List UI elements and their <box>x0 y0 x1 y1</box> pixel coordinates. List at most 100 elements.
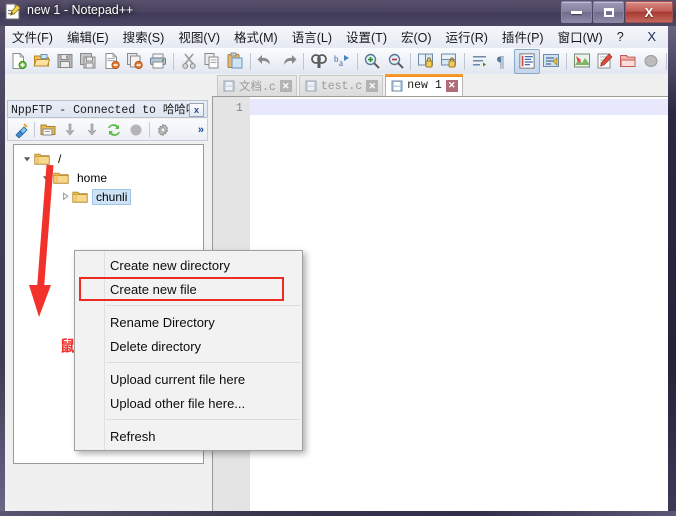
nppftp-close-icon[interactable]: x <box>189 103 204 117</box>
document-map-icon[interactable] <box>570 50 593 73</box>
function-list-icon[interactable] <box>593 50 616 73</box>
zoom-in-icon[interactable] <box>361 50 384 73</box>
menu-file[interactable]: 文件(F) <box>5 26 60 49</box>
notepadpp-window: new 1 - Notepad++ X 文件(F) 编辑(E) 搜索(S) 视图… <box>0 0 676 516</box>
ctx-upload-other-file[interactable]: Upload other file here... <box>75 391 302 415</box>
nppftp-toolbar: » <box>7 119 208 141</box>
toolbar-separator <box>463 52 465 70</box>
document-icon <box>223 80 235 92</box>
close-button[interactable]: X <box>625 1 673 23</box>
cut-icon[interactable] <box>177 50 200 73</box>
menu-search[interactable]: 搜索(S) <box>116 26 172 49</box>
minimize-button[interactable] <box>561 1 592 23</box>
document-icon <box>391 80 403 92</box>
toolbar-separator <box>566 52 567 70</box>
show-all-chars-icon[interactable]: ¶ <box>491 50 514 73</box>
context-menu-separator <box>106 362 300 363</box>
print-icon[interactable] <box>147 50 170 73</box>
tab-close-icon[interactable]: ✕ <box>445 79 458 92</box>
find-icon[interactable] <box>307 50 330 73</box>
window-frame-right <box>668 0 676 516</box>
copy-icon[interactable] <box>200 50 223 73</box>
window-controls: X <box>560 1 673 23</box>
toolbar-separator <box>303 52 305 70</box>
save-icon[interactable] <box>54 50 77 73</box>
menu-view[interactable]: 视图(V) <box>171 26 227 49</box>
nppftp-toolbar-separator <box>149 122 150 137</box>
svg-text:a: a <box>339 58 343 68</box>
context-menu-separator <box>106 305 300 306</box>
menu-settings[interactable]: 设置(T) <box>339 26 394 49</box>
indent-guide-icon[interactable] <box>514 48 540 74</box>
menu-window[interactable]: 窗口(W) <box>551 26 610 49</box>
maximize-button[interactable] <box>593 1 624 23</box>
replace-icon[interactable]: b a <box>331 50 354 73</box>
close-all-icon[interactable] <box>123 50 146 73</box>
notepad-plus-plus-icon <box>4 3 21 20</box>
tab-label: 文档.c <box>239 81 276 94</box>
current-line-highlight <box>250 99 668 115</box>
close-file-icon[interactable] <box>100 50 123 73</box>
menu-run[interactable]: 运行(R) <box>439 26 495 49</box>
context-menu-separator <box>106 419 300 420</box>
ctx-create-new-file[interactable]: Create new file <box>75 277 302 301</box>
connect-icon[interactable] <box>10 120 32 140</box>
toolbar-separator <box>356 52 358 70</box>
toolbar-separator <box>666 52 668 70</box>
nppftp-overflow-chevron[interactable]: » <box>198 124 207 136</box>
tab-close-icon[interactable]: ✕ <box>366 80 379 92</box>
menu-help[interactable]: ? <box>610 28 631 47</box>
nppftp-title-bar: NppFTP - Connected to 哈哈哈 x <box>7 100 208 118</box>
folder-as-workspace-icon[interactable] <box>617 50 640 73</box>
open-file-icon[interactable] <box>30 50 53 73</box>
menu-format[interactable]: 格式(M) <box>227 26 285 49</box>
toolbar-separator <box>249 52 251 70</box>
main-toolbar: b a ¶ <box>5 48 668 75</box>
line-number: 1 <box>235 101 243 115</box>
nppftp-title: NppFTP - Connected to 哈哈哈 <box>11 104 198 117</box>
expander-collapse-icon[interactable] <box>20 154 34 163</box>
user-language-icon[interactable] <box>540 50 563 73</box>
ctx-upload-current-file[interactable]: Upload current file here <box>75 367 302 391</box>
menu-edit[interactable]: 编辑(E) <box>60 26 116 49</box>
tab-test-c[interactable]: test.c ✕ <box>298 75 384 96</box>
tab-document-c[interactable]: 文档.c ✕ <box>217 75 297 96</box>
tab-close-icon[interactable]: ✕ <box>279 80 292 92</box>
sync-vertical-icon[interactable] <box>414 50 437 73</box>
zoom-out-icon[interactable] <box>384 50 407 73</box>
menu-plugins[interactable]: 插件(P) <box>495 26 551 49</box>
new-file-icon[interactable] <box>7 50 30 73</box>
ctx-delete-directory[interactable]: Delete directory <box>75 334 302 358</box>
window-title: new 1 - Notepad++ <box>27 3 134 17</box>
undo-icon[interactable] <box>254 50 277 73</box>
download-icon[interactable] <box>59 120 81 140</box>
save-all-icon[interactable] <box>77 50 100 73</box>
close-document-button[interactable]: X <box>639 27 668 47</box>
ctx-create-new-directory[interactable]: Create new directory <box>75 253 302 277</box>
macro-record-icon[interactable] <box>640 50 663 73</box>
open-folder-icon[interactable] <box>37 120 59 140</box>
document-tab-bar: 文档.c ✕ test.c ✕ new 1 ✕ <box>212 74 668 96</box>
nppftp-toolbar-separator <box>34 122 35 137</box>
ctx-rename-directory[interactable]: Rename Directory <box>75 310 302 334</box>
toolbar-separator <box>172 52 174 70</box>
tab-new-1[interactable]: new 1 ✕ <box>385 74 463 96</box>
redo-icon[interactable] <box>277 50 300 73</box>
toolbar-separator <box>410 52 412 70</box>
window-frame-bottom <box>0 511 676 516</box>
refresh-icon[interactable] <box>103 120 125 140</box>
title-bar: new 1 - Notepad++ X <box>0 0 676 26</box>
menu-macro[interactable]: 宏(O) <box>394 26 439 49</box>
tab-label: new 1 <box>407 79 442 92</box>
paste-icon[interactable] <box>224 50 247 73</box>
context-menu: Create new directory Create new file Ren… <box>74 250 303 451</box>
sync-horizontal-icon[interactable] <box>438 50 461 73</box>
settings-gear-icon[interactable] <box>152 120 174 140</box>
menu-language[interactable]: 语言(L) <box>285 26 339 49</box>
ctx-refresh[interactable]: Refresh <box>75 424 302 448</box>
word-wrap-icon[interactable] <box>468 50 491 73</box>
svg-text:¶: ¶ <box>497 54 505 70</box>
upload-icon[interactable] <box>81 120 103 140</box>
abort-icon[interactable] <box>125 120 147 140</box>
client-area: 文件(F) 编辑(E) 搜索(S) 视图(V) 格式(M) 语言(L) 设置(T… <box>5 26 668 511</box>
